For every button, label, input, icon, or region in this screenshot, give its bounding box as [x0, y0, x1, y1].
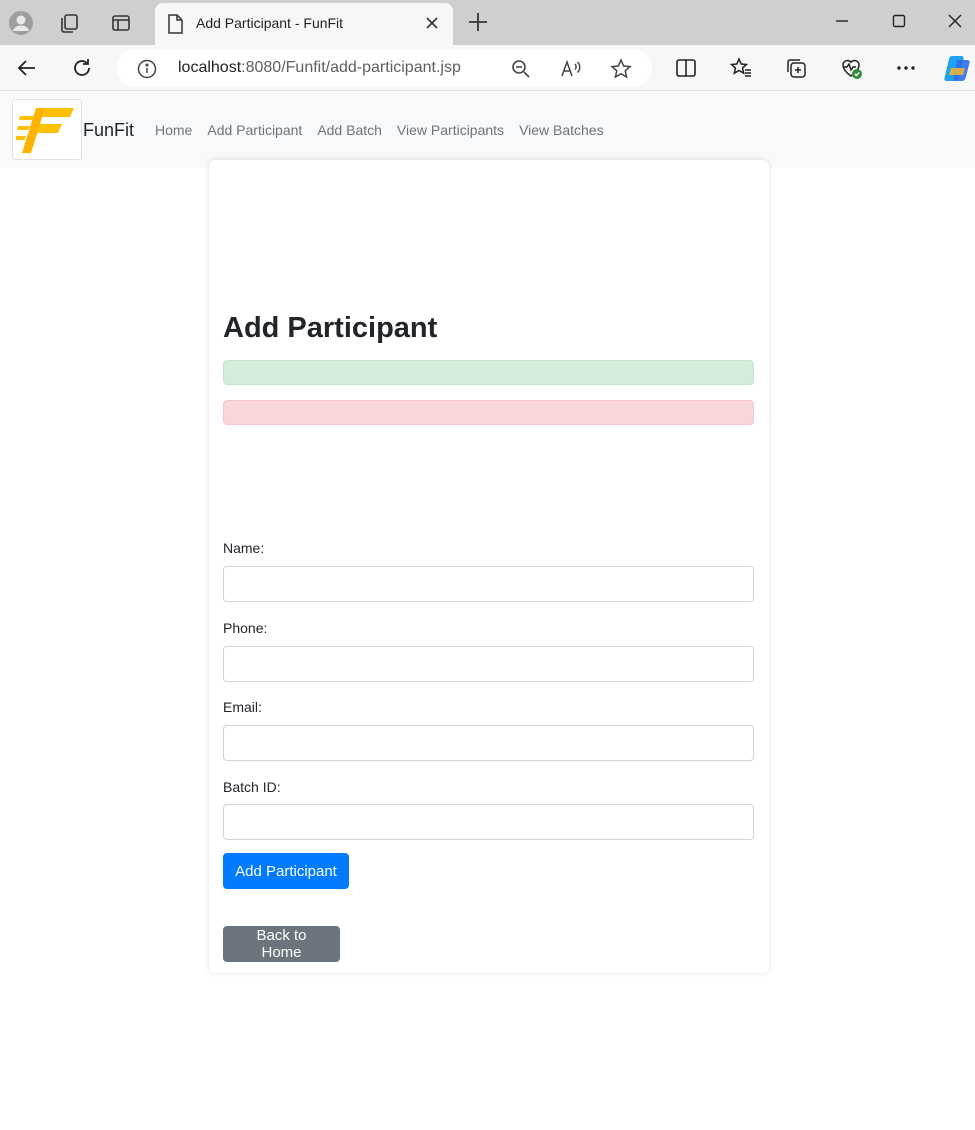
- phone-label: Phone:: [223, 620, 268, 636]
- url-path: :8080/Funfit/add-participant.jsp: [241, 59, 461, 76]
- reload-icon[interactable]: [67, 54, 97, 82]
- url-text[interactable]: localhost:8080/Funfit/add-participant.js…: [178, 59, 461, 77]
- page-icon: [167, 14, 183, 39]
- tab-actions-icon[interactable]: [106, 8, 136, 38]
- favorite-star-icon[interactable]: [610, 58, 632, 80]
- page-title: Add Participant: [223, 312, 438, 344]
- browser-tabstrip: Add Participant - FunFit: [0, 0, 975, 45]
- site-navbar: FunFit Home Add Participant Add Batch Vi…: [0, 92, 975, 168]
- favorites-icon[interactable]: [728, 55, 754, 81]
- nav-view-participants[interactable]: View Participants: [397, 122, 504, 138]
- workspaces-icon[interactable]: [54, 8, 84, 38]
- phone-input[interactable]: [223, 646, 754, 682]
- nav-add-batch[interactable]: Add Batch: [317, 122, 382, 138]
- browser-essentials-icon[interactable]: [838, 55, 864, 81]
- url-host: localhost: [178, 59, 242, 76]
- collections-icon[interactable]: [783, 55, 809, 81]
- read-aloud-icon[interactable]: [560, 58, 582, 80]
- close-window-icon[interactable]: [940, 8, 970, 34]
- name-input[interactable]: [223, 566, 754, 602]
- browser-toolbar: localhost:8080/Funfit/add-participant.js…: [0, 45, 975, 91]
- profile-icon[interactable]: [6, 8, 36, 38]
- more-options-icon[interactable]: [893, 55, 919, 81]
- funfit-logo-icon: [16, 107, 74, 153]
- nav-view-batches[interactable]: View Batches: [519, 122, 604, 138]
- error-alert: [223, 400, 754, 425]
- active-tab[interactable]: Add Participant - FunFit: [155, 3, 453, 45]
- nav-home[interactable]: Home: [155, 122, 192, 138]
- address-bar[interactable]: localhost:8080/Funfit/add-participant.js…: [117, 49, 652, 87]
- name-label: Name:: [223, 540, 265, 556]
- split-screen-icon[interactable]: [673, 55, 699, 81]
- brand-name[interactable]: FunFit: [83, 120, 134, 141]
- tab-title: Add Participant - FunFit: [196, 15, 344, 31]
- maximize-icon[interactable]: [884, 8, 914, 34]
- brand-logo[interactable]: [12, 99, 82, 160]
- close-tab-icon[interactable]: [423, 14, 441, 37]
- minimize-icon[interactable]: [827, 8, 857, 34]
- back-icon[interactable]: [12, 54, 42, 82]
- add-participant-button[interactable]: Add Participant: [223, 853, 349, 889]
- back-to-home-button[interactable]: Back to Home: [223, 926, 340, 962]
- batch-id-label: Batch ID:: [223, 779, 281, 795]
- site-info-icon[interactable]: [137, 59, 157, 84]
- batch-id-input[interactable]: [223, 804, 754, 840]
- zoom-icon[interactable]: [510, 58, 532, 80]
- nav-links: Home Add Participant Add Batch View Part…: [155, 122, 619, 138]
- nav-add-participant[interactable]: Add Participant: [207, 122, 302, 138]
- email-input[interactable]: [223, 725, 754, 761]
- success-alert: [223, 360, 754, 385]
- new-tab-icon[interactable]: [466, 10, 490, 39]
- copilot-icon[interactable]: [942, 53, 974, 83]
- email-label: Email:: [223, 699, 262, 715]
